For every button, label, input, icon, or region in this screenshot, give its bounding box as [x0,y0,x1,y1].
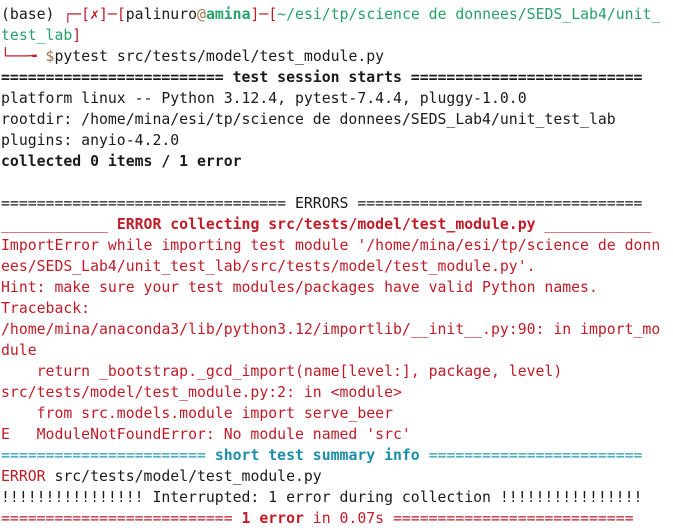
error-detail-line: ImportError while importing test module … [1,237,661,254]
prompt-host: amina [205,6,251,23]
rule: ======================= [1,447,215,464]
rule: ____________ [1,216,117,233]
summary-header: ======================= short test summa… [1,445,673,466]
error-detail-line: /home/mina/anaconda3/lib/python3.12/impo… [1,321,661,338]
prompt-line-1-wrap: test_lab] [1,25,673,46]
prompt-corner: └──╼ [1,48,46,65]
prompt-user: palinuro [125,6,198,23]
error-detail-line: src/tests/model/test_module.py:2: in <mo… [1,384,402,401]
error-detail-line: dule [1,342,37,359]
collect-error-title: ERROR collecting src/tests/model/test_mo… [116,216,536,233]
error-detail-line: from src.models.module import serve_beer [1,405,393,422]
rule: ____________ [535,216,652,233]
final-error-count: 1 error [241,510,304,527]
rule: ================================ [348,195,643,212]
platform-line: platform linux -- Python 3.12.4, pytest-… [1,90,527,107]
prompt-path: ~/esi/tp/science de donnees/SEDS_Lab4/un… [277,6,661,23]
rule: ======================== [419,447,643,464]
rule: ================================ [1,195,295,212]
command-text: pytest src/tests/model/test_module.py [54,48,385,65]
final-duration: in 0.07s [303,510,385,527]
error-detail-line: Hint: make sure your test modules/packag… [1,279,598,296]
conda-env: (base) [1,6,64,23]
summary-error-word: ERROR [1,468,46,485]
terminal-window[interactable]: (base) ┌─[✗]─[palinuro@amina]─[~/esi/tp/… [0,0,673,530]
errors-header: ================================ ERRORS … [1,193,673,214]
collected-line: collected 0 items / 1 error [1,153,242,170]
prompt-frame: ] [72,27,82,44]
error-detail-line: E ModuleNotFoundError: No module named '… [1,426,411,443]
collect-error-header: ____________ ERROR collecting src/tests/… [1,214,673,235]
fail-mark: ✗ [90,6,100,23]
rootdir-line: rootdir: /home/mina/esi/tp/science de do… [1,111,616,128]
summary-title: short test summary info [214,447,420,464]
prompt-frame: ┌─[ [63,6,91,23]
prompt-frame: ]─[ [250,6,278,23]
error-detail-line: return _bootstrap._gcd_import(name[level… [1,363,563,380]
errors-title: ERRORS [294,195,349,212]
error-detail-line: Traceback: [1,300,91,317]
final-result-line: ========================== 1 error in 0.… [1,508,673,529]
prompt-line-1: (base) ┌─[✗]─[palinuro@amina]─[~/esi/tp/… [1,4,673,25]
prompt-frame: ]─[ [99,6,126,23]
rule: =========================== [384,510,634,527]
prompt-line-2: └──╼ $pytest src/tests/model/test_module… [1,46,673,67]
summary-error-path: src/tests/model/test_module.py [45,468,322,485]
rule: ========================== [1,510,242,527]
session-header: ========================= test session s… [1,69,643,86]
interrupted-line: !!!!!!!!!!!!!!!! Interrupted: 1 error du… [1,489,643,506]
summary-error-line: ERROR src/tests/model/test_module.py [1,466,673,487]
error-detail-line: ees/SEDS_Lab4/unit_test_lab/src/tests/mo… [1,258,536,275]
plugins-line: plugins: anyio-4.2.0 [1,132,180,149]
prompt-path-cont: test_lab [1,27,73,44]
prompt-at: @ [197,6,206,23]
